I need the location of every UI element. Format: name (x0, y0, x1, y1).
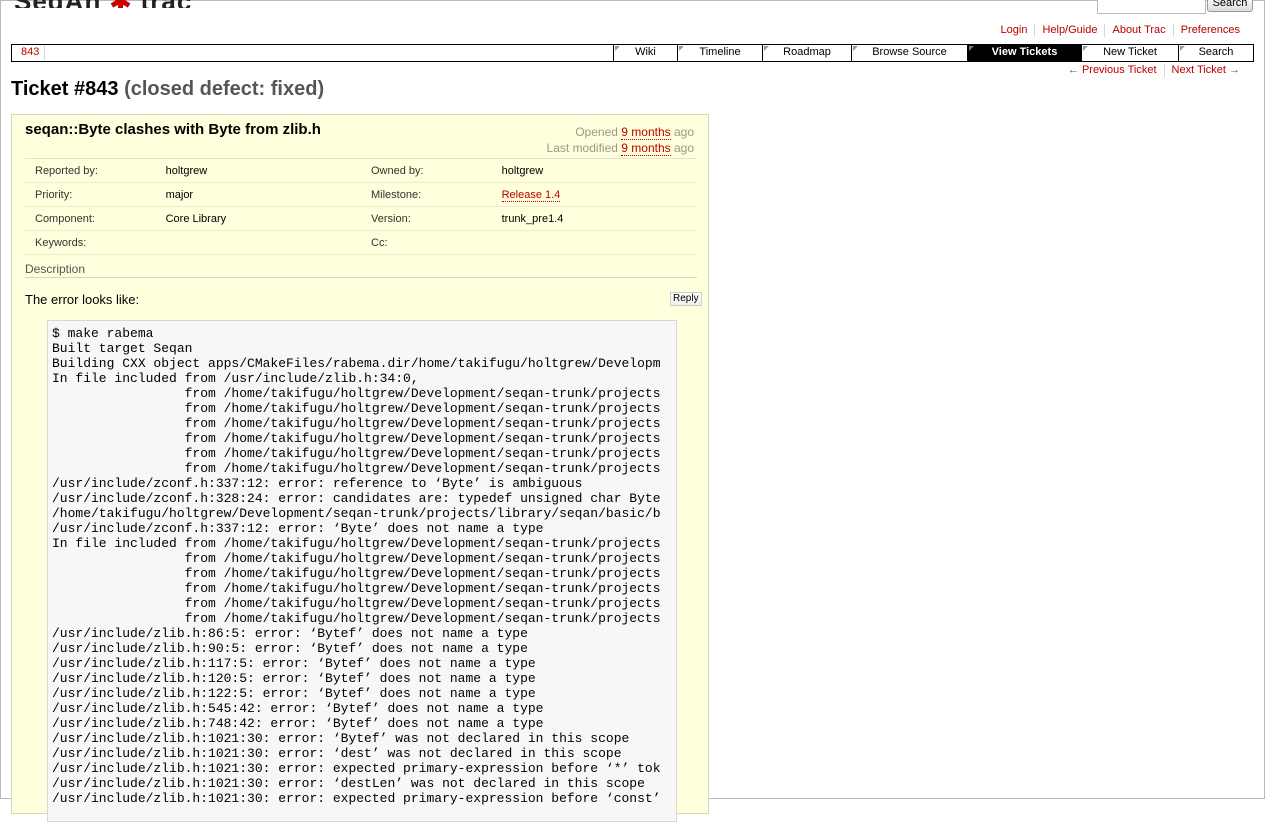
modified-suffix: ago (673, 141, 694, 155)
cc-value (502, 232, 697, 254)
tab-roadmap[interactable]: Roadmap (762, 45, 851, 61)
context-ticket-link[interactable]: 843 (21, 45, 46, 60)
modified-time-link[interactable]: 9 months (621, 141, 671, 156)
ticket-nav: ← Previous Ticket Next Ticket → (1061, 64, 1247, 77)
trac-logo[interactable]: SeqAn ✱ trac (14, 0, 234, 8)
code-block: $ make rabema Built target Seqan Buildin… (47, 320, 677, 822)
ticket-properties: Reported by: holtgrew Owned by: holtgrew… (25, 158, 697, 255)
ticket-number: Ticket #843 (11, 78, 119, 100)
login-link[interactable]: Login (994, 24, 1035, 37)
opened-suffix: ago (673, 125, 694, 139)
error-log: $ make rabema Built target Seqan Buildin… (52, 326, 661, 806)
opened-time-link[interactable]: 9 months (621, 125, 671, 140)
ticket-status: (closed defect: fixed) (124, 78, 325, 100)
tab-wiki[interactable]: Wiki (613, 45, 677, 61)
page-title: Ticket #843 (closed defect: fixed) (11, 78, 324, 101)
prop-row: Priority: major Milestone: Release 1.4 (25, 184, 697, 207)
priority-label: Priority: (35, 189, 73, 201)
next-ticket-link[interactable]: Next Ticket (1172, 64, 1226, 76)
logo-text-trac: trac (141, 0, 193, 8)
priority-value: major (165, 189, 194, 201)
milestone-value: Release 1.4 (501, 184, 697, 206)
description-intro: The error looks like: (25, 292, 140, 307)
help-guide-link[interactable]: Help/Guide (1034, 24, 1104, 37)
next-ticket-item: Next Ticket → (1163, 64, 1247, 77)
reported-by-value: holtgrew (165, 165, 208, 177)
component-label: Component: (35, 213, 95, 225)
cc-label: Cc: (371, 237, 388, 249)
ticket-summary: seqan::Byte clashes with Byte from zlib.… (25, 121, 321, 138)
search-button[interactable]: Search (1207, 0, 1253, 12)
main-nav: 843 Wiki Timeline Roadmap Browse Source … (11, 44, 1254, 62)
prop-row: Component: Core Library Version: trunk_p… (25, 208, 697, 231)
description-heading: Description (25, 262, 697, 278)
owned-by-label: Owned by: (371, 165, 424, 177)
preferences-link[interactable]: Preferences (1172, 24, 1247, 37)
tab-search[interactable]: Search (1178, 45, 1253, 61)
previous-ticket-link[interactable]: Previous Ticket (1082, 64, 1157, 76)
prop-row: Reported by: holtgrew Owned by: holtgrew (25, 160, 697, 183)
prop-row: Keywords: Cc: (25, 232, 697, 255)
version-label: Version: (371, 213, 411, 225)
version-value: trunk_pre1.4 (501, 213, 564, 225)
right-arrow-icon: → (1229, 64, 1240, 76)
tab-new-ticket[interactable]: New Ticket (1081, 45, 1178, 61)
left-arrow-icon: ← (1067, 64, 1079, 76)
keywords-value (166, 232, 361, 254)
ticket-dates: Opened 9 months ago Last modified 9 mont… (547, 124, 694, 156)
search-input[interactable] (1097, 0, 1206, 14)
component-value: Core Library (165, 213, 227, 225)
previous-ticket-item: ← Previous Ticket (1061, 64, 1164, 77)
reply-button[interactable]: Reply (670, 292, 702, 306)
logo-text-project: SeqAn (14, 0, 101, 8)
milestone-label: Milestone: (371, 189, 422, 201)
meta-nav: Login Help/Guide About Trac Preferences (994, 24, 1247, 37)
reported-by-label: Reported by: (35, 165, 98, 177)
milestone-link[interactable]: Release 1.4 (501, 189, 561, 202)
owned-by-value: holtgrew (501, 165, 544, 177)
keywords-label: Keywords: (35, 237, 87, 249)
opened-label: Opened (575, 125, 618, 139)
ticket-box: seqan::Byte clashes with Byte from zlib.… (11, 114, 709, 822)
logo-bug-icon: ✱ (110, 0, 133, 8)
tab-timeline[interactable]: Timeline (677, 45, 762, 61)
about-trac-link[interactable]: About Trac (1104, 24, 1172, 37)
modified-label: Last modified (546, 141, 618, 155)
tab-browse-source[interactable]: Browse Source (851, 45, 967, 61)
tab-view-tickets[interactable]: View Tickets (967, 45, 1081, 61)
